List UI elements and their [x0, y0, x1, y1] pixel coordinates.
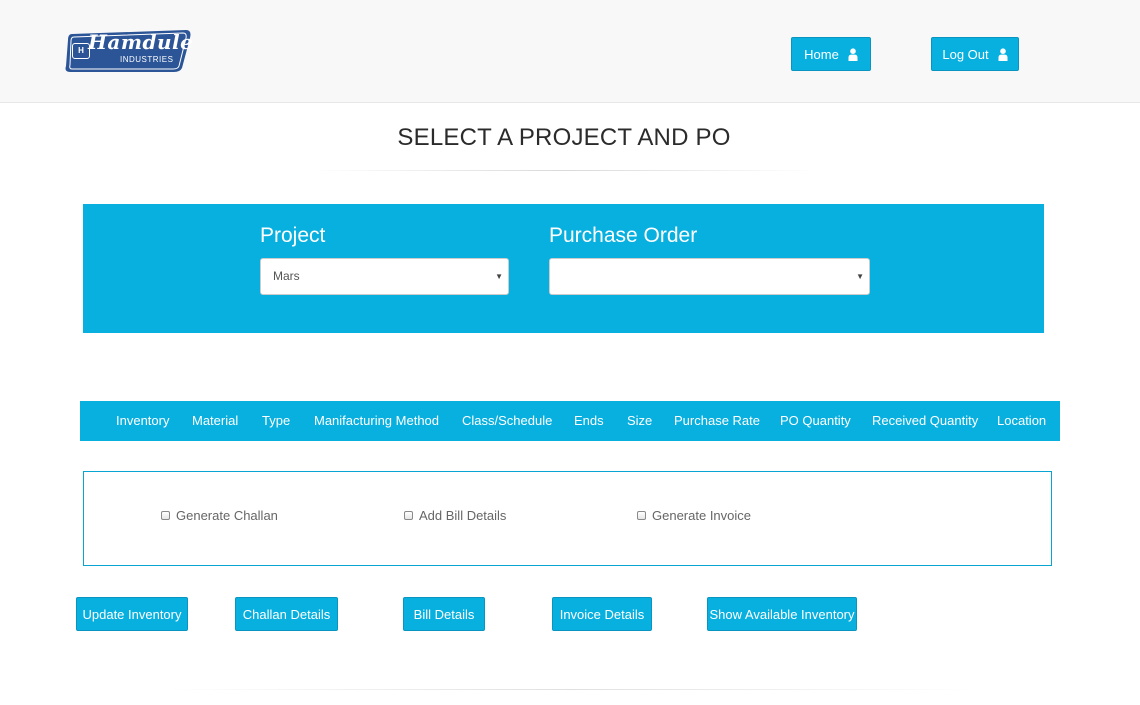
- column-header-material[interactable]: Material: [192, 401, 238, 441]
- title-divider: [310, 170, 818, 171]
- top-navbar: H Hamdule INDUSTRIES Home Log Out: [0, 0, 1140, 103]
- inventory-table-header: Inventory Material Type Manifacturing Me…: [80, 401, 1060, 441]
- show-available-inventory-button[interactable]: Show Available Inventory: [707, 597, 857, 631]
- home-button[interactable]: Home: [791, 37, 871, 71]
- column-header-received-quantity[interactable]: Received Quantity: [872, 401, 978, 441]
- column-header-class-schedule[interactable]: Class/Schedule: [462, 401, 552, 441]
- purchase-order-label: Purchase Order: [549, 224, 698, 247]
- column-header-po-quantity[interactable]: PO Quantity: [780, 401, 851, 441]
- footer-divider: [165, 689, 975, 690]
- column-header-type[interactable]: Type: [262, 401, 290, 441]
- chevron-down-icon: ▼: [856, 272, 864, 281]
- logo-wordmark: Hamdule: [88, 30, 194, 54]
- logo-subtitle: INDUSTRIES: [120, 55, 174, 64]
- user-icon: [998, 47, 1008, 61]
- generate-challan-checkbox[interactable]: [161, 511, 170, 520]
- column-header-size[interactable]: Size: [627, 401, 652, 441]
- hamdule-logo[interactable]: H Hamdule INDUSTRIES: [64, 28, 194, 74]
- column-header-ends[interactable]: Ends: [574, 401, 604, 441]
- column-header-manufacturing-method[interactable]: Manifacturing Method: [314, 401, 439, 441]
- generate-invoice-label: Generate Invoice: [652, 508, 752, 523]
- column-header-inventory[interactable]: Inventory: [116, 401, 169, 441]
- chevron-down-icon: ▼: [495, 272, 503, 281]
- project-select[interactable]: Mars ▼: [260, 258, 509, 295]
- project-label: Project: [260, 224, 326, 247]
- column-header-location[interactable]: Location: [997, 401, 1046, 441]
- challan-details-button[interactable]: Challan Details: [235, 597, 338, 631]
- bill-details-button[interactable]: Bill Details: [403, 597, 485, 631]
- invoice-details-button[interactable]: Invoice Details: [552, 597, 652, 631]
- add-bill-details-option[interactable]: Add Bill Details: [404, 508, 506, 523]
- generate-invoice-checkbox[interactable]: [637, 511, 646, 520]
- add-bill-details-checkbox[interactable]: [404, 511, 413, 520]
- page-title: SELECT A PROJECT AND PO: [397, 124, 731, 151]
- home-button-label: Home: [804, 46, 839, 62]
- logout-button[interactable]: Log Out: [931, 37, 1019, 71]
- project-select-value: Mars: [273, 269, 300, 283]
- logout-button-label: Log Out: [942, 46, 989, 62]
- project-po-selection-panel: Project Mars ▼ Purchase Order ▼: [83, 204, 1044, 333]
- document-options-panel: Generate Challan Add Bill Details Genera…: [83, 471, 1052, 566]
- update-inventory-button[interactable]: Update Inventory: [76, 597, 188, 631]
- generate-invoice-option[interactable]: Generate Invoice: [637, 508, 751, 523]
- generate-challan-option[interactable]: Generate Challan: [161, 508, 278, 523]
- add-bill-details-label: Add Bill Details: [419, 508, 507, 523]
- purchase-order-select[interactable]: ▼: [549, 258, 870, 295]
- user-icon: [848, 47, 858, 61]
- column-header-purchase-rate[interactable]: Purchase Rate: [674, 401, 760, 441]
- generate-challan-label: Generate Challan: [176, 508, 278, 523]
